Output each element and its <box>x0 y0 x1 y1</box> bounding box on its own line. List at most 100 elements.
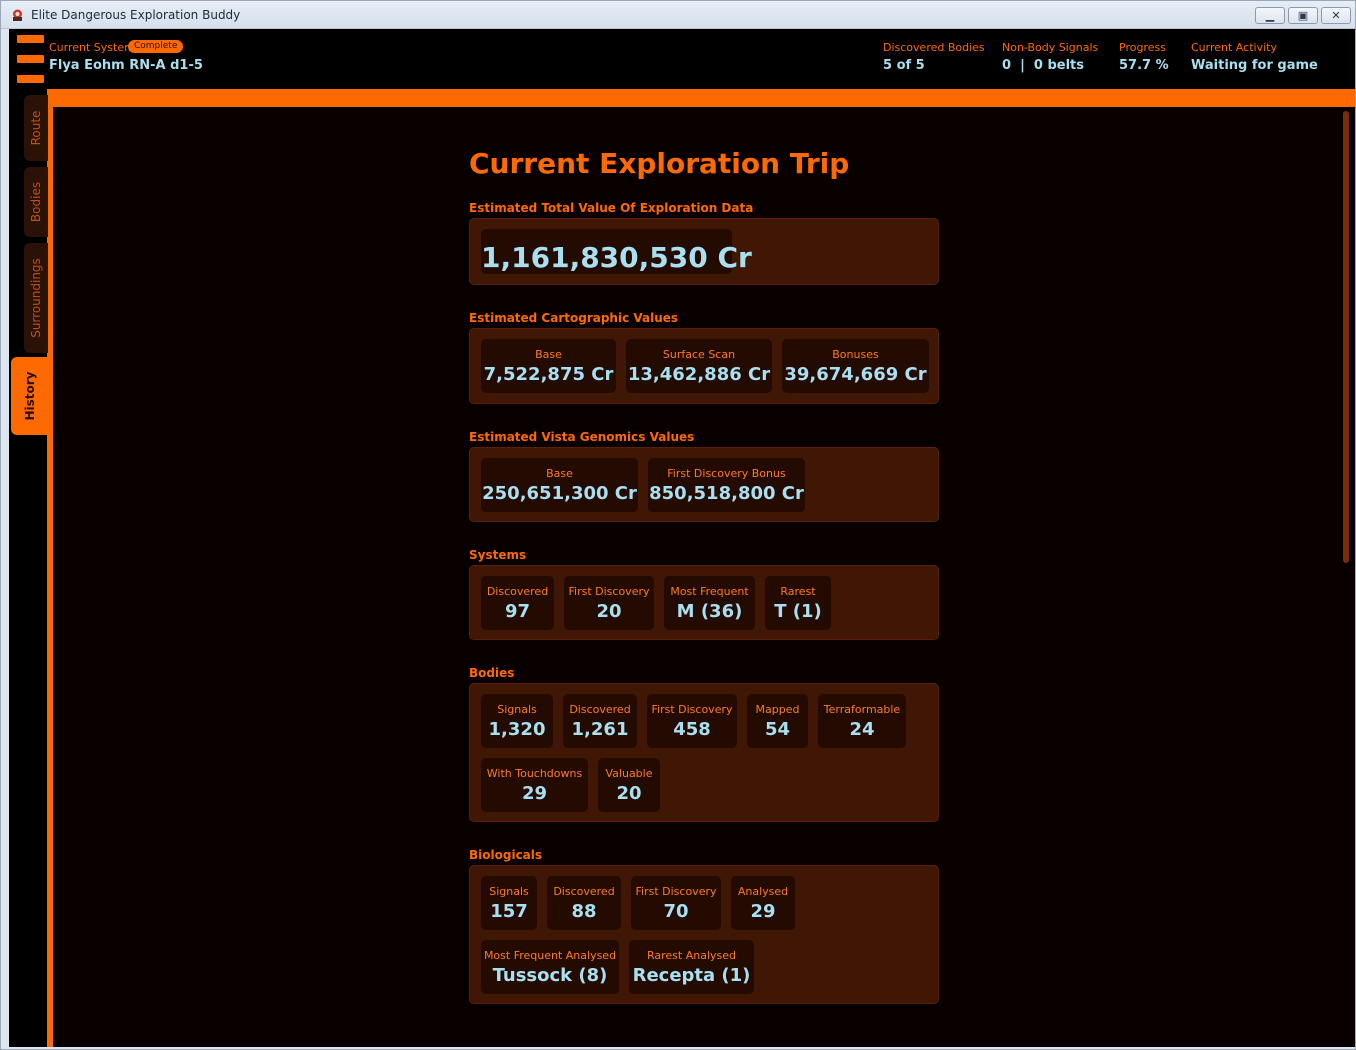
stat-value: 20 <box>616 783 642 804</box>
stat-value: 1,320 <box>488 719 546 740</box>
tab-route[interactable]: Route <box>24 95 48 161</box>
discovered-bodies-label: Discovered Bodies <box>883 41 985 54</box>
stat-value: T (1) <box>774 601 822 622</box>
tab-label: Bodies <box>29 181 43 223</box>
maximize-button[interactable]: ▣ <box>1288 7 1318 24</box>
page-title: Current Exploration Trip <box>469 147 850 180</box>
stat-card: Base 250,651,300 Cr <box>481 458 638 512</box>
stat-label: Rarest <box>780 585 816 598</box>
tab-bodies[interactable]: Bodies <box>24 167 48 237</box>
stat-label: Valuable <box>605 767 653 780</box>
stat-label: Discovered <box>553 885 615 898</box>
stat-label: First Discovery Bonus <box>667 467 786 480</box>
stat-card: First Discovery 458 <box>647 694 737 748</box>
cartographic-panel: Base 7,522,875 Cr Surface Scan 13,462,88… <box>469 328 939 404</box>
stat-value: 13,462,886 Cr <box>627 364 771 385</box>
stat-card: Most Frequent M (36) <box>664 576 755 630</box>
stat-card: Discovered 97 <box>481 576 554 630</box>
biologicals-panel: Signals 157 Discovered 88 First Discover… <box>469 865 939 1004</box>
progress-label: Progress <box>1119 41 1166 54</box>
stat-card: First Discovery Bonus 850,518,800 Cr <box>648 458 805 512</box>
close-icon: ✕ <box>1331 9 1341 22</box>
stat-value: 250,651,300 Cr <box>482 483 637 504</box>
title-bar[interactable]: Elite Dangerous Exploration Buddy ▁ ▣ ✕ <box>1 1 1355 29</box>
total-value-card: 1,161,830,530 Cr <box>481 229 752 274</box>
stat-label: Analysed <box>737 885 789 898</box>
stat-label: Base <box>535 348 562 361</box>
stat-value: 24 <box>849 719 875 740</box>
stat-value: 88 <box>571 901 597 922</box>
current-activity-value: Waiting for game <box>1191 58 1318 73</box>
tab-surroundings[interactable]: Surroundings <box>24 243 48 353</box>
tab-label: Surroundings <box>29 258 43 338</box>
history-panel: Current Exploration Trip Estimated Total… <box>53 107 1355 1047</box>
total-value: 1,161,830,530 Cr <box>481 241 752 274</box>
cartographic-title: Estimated Cartographic Values <box>469 311 679 325</box>
stat-label: First Discovery <box>651 703 733 716</box>
app-window: Elite Dangerous Exploration Buddy ▁ ▣ ✕ … <box>0 0 1356 1050</box>
stat-value: 70 <box>663 901 689 922</box>
stat-value: M (36) <box>676 601 743 622</box>
genomics-title: Estimated Vista Genomics Values <box>469 430 695 444</box>
non-body-signals-value: 0 | 0 belts <box>1002 58 1084 73</box>
system-name: Flya Eohm RN-A d1-5 <box>49 58 203 73</box>
stat-value: 97 <box>504 601 531 622</box>
tab-label: Route <box>29 110 43 146</box>
stat-card: Bonuses 39,674,669 Cr <box>782 339 929 393</box>
stat-value: 54 <box>764 719 791 740</box>
stat-card: With Touchdowns 29 <box>481 758 588 812</box>
stat-label: Rarest Analysed <box>646 949 736 962</box>
discovered-bodies-value: 5 of 5 <box>883 58 925 73</box>
stat-label: Bonuses <box>832 348 879 361</box>
stat-label: Signals <box>489 885 529 898</box>
stat-label: Surface Scan <box>662 348 736 361</box>
header-divider <box>49 89 1355 107</box>
menu-icon[interactable] <box>17 35 44 83</box>
current-activity-label: Current Activity <box>1191 41 1277 54</box>
bodies-title: Bodies <box>469 666 515 680</box>
stat-card: Mapped 54 <box>747 694 808 748</box>
stat-card: Rarest Analysed Recepta (1) <box>629 940 754 994</box>
genomics-panel: Base 250,651,300 Cr First Discovery Bonu… <box>469 447 939 522</box>
stat-card: Base 7,522,875 Cr <box>481 339 616 393</box>
scrollbar[interactable] <box>1343 111 1349 563</box>
status-badge: Complete <box>128 40 184 53</box>
progress-value: 57.7 % <box>1119 58 1169 73</box>
stat-label: Discovered <box>486 585 549 598</box>
stat-card: Most Frequent Analysed Tussock (8) <box>481 940 619 994</box>
stat-card: Discovered 88 <box>547 876 621 930</box>
stat-card: Rarest T (1) <box>765 576 831 630</box>
app-root: Current System Complete Flya Eohm RN-A d… <box>9 29 1355 1047</box>
stat-value: Recepta (1) <box>632 965 751 986</box>
stat-card: First Discovery 20 <box>564 576 654 630</box>
stat-label: Base <box>546 467 573 480</box>
stat-card: Terraformable 24 <box>818 694 906 748</box>
stat-value: 157 <box>490 901 528 922</box>
minimize-icon: ▁ <box>1265 9 1275 22</box>
stat-card: Signals 157 <box>481 876 537 930</box>
stat-value: 20 <box>596 601 622 622</box>
stat-card: Analysed 29 <box>731 876 795 930</box>
stat-value: 1,261 <box>571 719 629 740</box>
stat-label: Most Frequent <box>670 585 749 598</box>
biologicals-title: Biologicals <box>469 848 543 862</box>
maximize-icon: ▣ <box>1297 9 1309 22</box>
minimize-button[interactable]: ▁ <box>1255 7 1285 24</box>
stat-value: 458 <box>673 719 711 740</box>
stat-value: Tussock (8) <box>492 965 608 986</box>
close-button[interactable]: ✕ <box>1321 7 1351 24</box>
non-body-signals-label: Non-Body Signals <box>1002 41 1099 54</box>
stat-value: 850,518,800 Cr <box>649 483 804 504</box>
tab-history[interactable]: History <box>11 357 49 435</box>
tab-label: History <box>23 371 37 421</box>
stat-value: 7,522,875 Cr <box>483 364 614 385</box>
stat-label: First Discovery <box>635 885 717 898</box>
current-system-label: Current System <box>49 41 135 54</box>
total-value-panel: 1,161,830,530 Cr <box>469 218 939 285</box>
stat-label: Discovered <box>569 703 631 716</box>
total-value-title: Estimated Total Value Of Exploration Dat… <box>469 201 754 215</box>
stat-value: 29 <box>521 783 548 804</box>
stat-label: First Discovery <box>568 585 650 598</box>
stat-card: Valuable 20 <box>598 758 660 812</box>
stat-card: Signals 1,320 <box>481 694 553 748</box>
